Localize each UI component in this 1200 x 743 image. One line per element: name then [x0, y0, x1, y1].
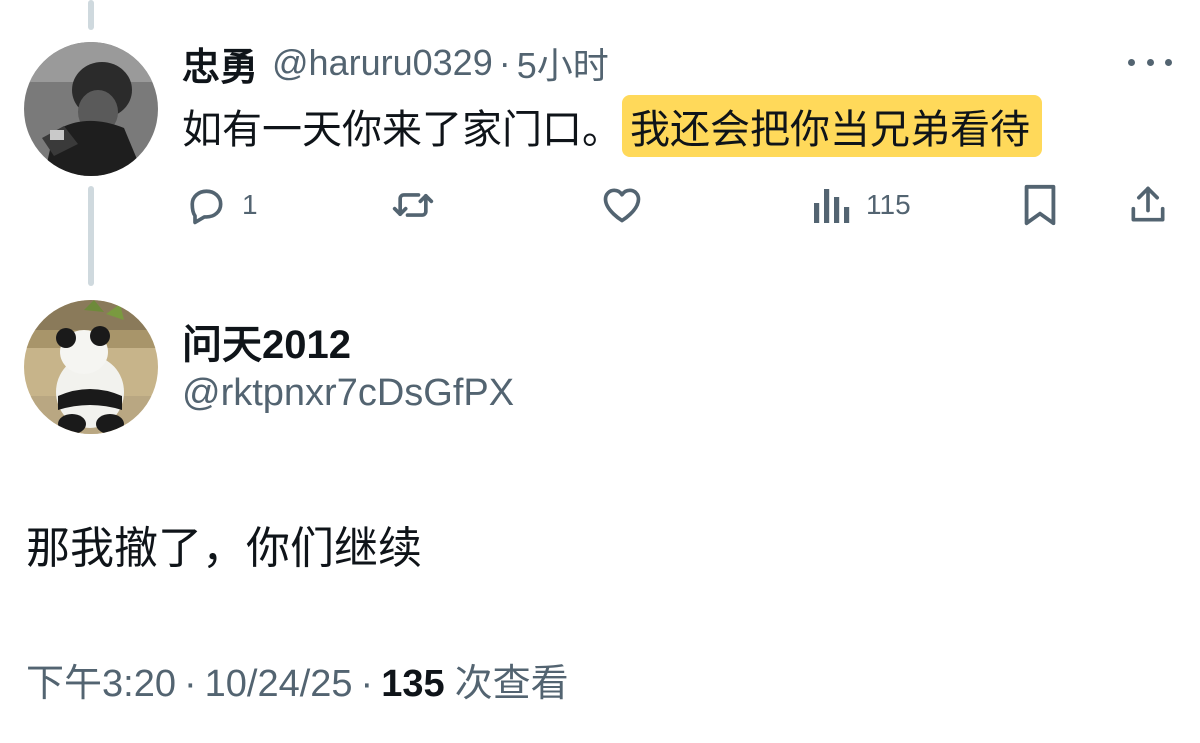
reply-count: 1: [242, 189, 258, 220]
views-icon: [812, 183, 852, 227]
main-author-handle[interactable]: @rktpnxr7cDsGfPX: [182, 372, 514, 415]
thread-line-top: [88, 0, 94, 30]
reply-author-handle[interactable]: @haruru0329: [272, 42, 493, 84]
like-icon: [598, 183, 646, 227]
more-dot: [1146, 58, 1154, 66]
share-button[interactable]: [1126, 180, 1170, 230]
like-button[interactable]: [598, 180, 660, 230]
meta-separator: ·: [183, 663, 197, 705]
reply-timestamp[interactable]: 5小时: [517, 37, 609, 89]
meta-separator: ·: [360, 663, 374, 705]
retweet-button[interactable]: [390, 180, 450, 230]
views-button[interactable]: 115: [812, 180, 911, 230]
reply-author-name[interactable]: 忠勇: [182, 36, 258, 91]
share-icon: [1126, 182, 1170, 228]
main-author-avatar[interactable]: [24, 300, 158, 434]
more-dot: [1165, 58, 1172, 66]
main-tweet-text: 那我撤了，你们继续: [26, 524, 422, 573]
tweet-date[interactable]: 10/24/25: [205, 663, 353, 706]
bookmark-icon: [1020, 182, 1060, 228]
tweet-views-label: 次查看: [454, 663, 569, 705]
main-author-name[interactable]: 问天2012: [182, 312, 351, 370]
tweet-time[interactable]: 下午3:20: [26, 652, 176, 707]
more-dot: [1128, 58, 1135, 66]
tweet-meta: 下午3:20 · 10/24/25 · 135 次查看: [26, 652, 569, 707]
views-count: 115: [866, 189, 911, 220]
bookmark-button[interactable]: [1020, 180, 1060, 230]
reply-tweet-text: 如有一天你来了家门口。 我还会把你当兄弟看待: [182, 95, 1042, 157]
retweet-icon: [390, 183, 436, 227]
reply-button[interactable]: 1: [184, 180, 258, 230]
reply-icon: [184, 183, 228, 227]
more-icon[interactable]: [1128, 52, 1172, 72]
tweet-views-count: 135: [381, 663, 445, 705]
thread-line-bottom: [88, 186, 94, 286]
reply-tweet-header: 忠勇 @haruru0329 · 5小时: [182, 36, 609, 91]
header-separator: ·: [498, 42, 511, 83]
reply-text-plain: 如有一天你来了家门口。: [182, 108, 622, 152]
reply-author-avatar[interactable]: [24, 42, 158, 176]
reply-text-highlighted: 我还会把你当兄弟看待: [622, 95, 1042, 157]
